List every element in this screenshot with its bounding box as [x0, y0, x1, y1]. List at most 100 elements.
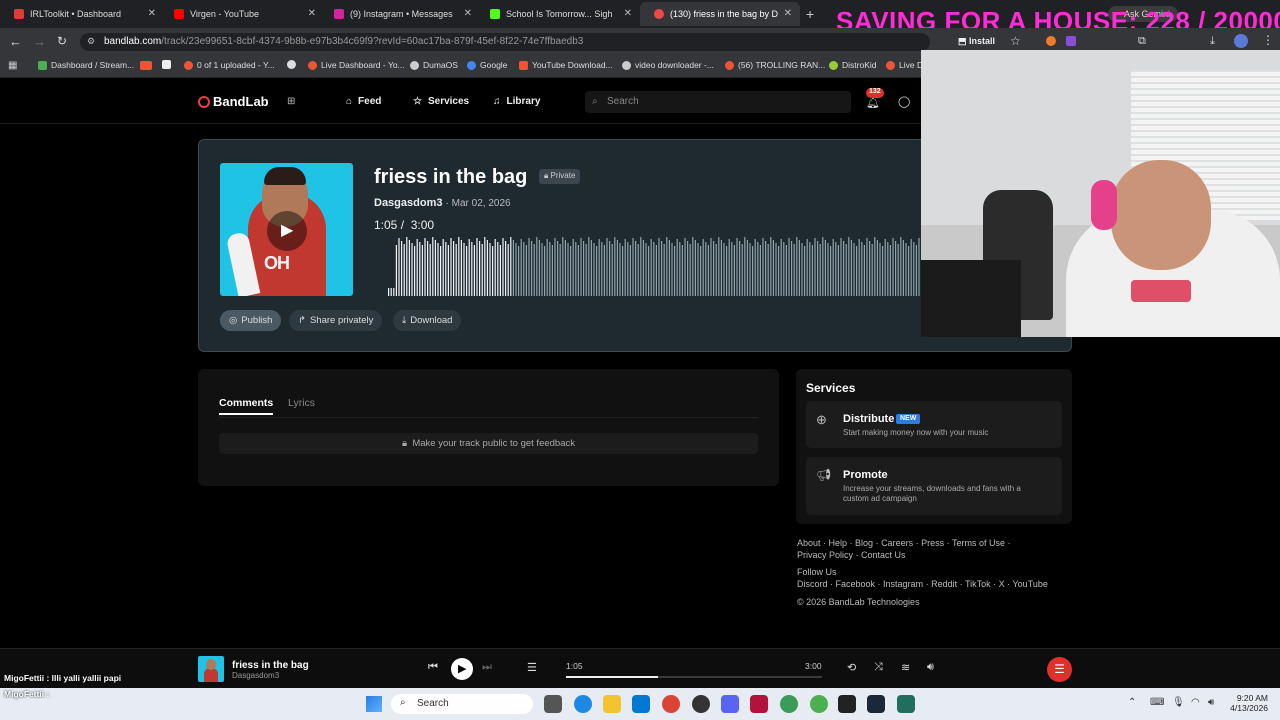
footer-link-contact[interactable]: Contact Us — [861, 550, 906, 560]
bookmark-item[interactable]: Dashboard / Stream... — [38, 60, 134, 70]
next-icon[interactable]: ⏭ — [482, 661, 492, 674]
extension-icon[interactable] — [1046, 36, 1056, 46]
apps-grid-icon[interactable]: ⊞ — [287, 96, 295, 107]
nav-feed[interactable]: ⌂ Feed — [346, 96, 381, 107]
youtube-icon[interactable] — [140, 61, 152, 70]
apps-grid-icon[interactable]: ▦ — [8, 60, 17, 71]
app-icon[interactable] — [692, 695, 710, 713]
publish-button[interactable]: ◎ Publish — [220, 310, 282, 331]
track-cover[interactable]: OH ▶ — [220, 163, 353, 296]
tab-youtube[interactable]: Virgen - YouTube ✕ — [160, 2, 324, 26]
microphone-icon[interactable]: 🎙︎ — [1172, 697, 1185, 708]
close-tab-icon[interactable]: ✕ — [784, 8, 792, 19]
reload-icon[interactable]: ↻ — [57, 34, 67, 48]
previous-icon[interactable]: ⏮ — [428, 661, 438, 674]
bookmark-item[interactable] — [287, 60, 300, 69]
browser-menu-icon[interactable]: ⋮ — [1262, 33, 1274, 47]
extension-icon[interactable] — [1066, 36, 1076, 46]
chrome-icon[interactable] — [662, 695, 680, 713]
close-tab-icon[interactable]: ✕ — [624, 8, 632, 19]
footer-link-about[interactable]: About — [797, 538, 821, 548]
site-info-icon[interactable]: ⚙ — [87, 36, 95, 47]
install-button[interactable]: ⬒ Install — [958, 36, 995, 47]
messages-icon[interactable]: ◯ — [898, 95, 910, 108]
chrome-icon[interactable] — [780, 695, 798, 713]
footer-link-careers[interactable]: Careers — [881, 538, 913, 548]
wifi-icon[interactable]: ◠ — [1191, 697, 1200, 708]
url-bar[interactable]: bandlab.com/track/23e99651-8cbf-4374-9b8… — [80, 33, 930, 51]
search-input[interactable]: Search — [585, 91, 851, 113]
menu-fab-button[interactable]: ☰ — [1047, 657, 1072, 682]
cover-play-button[interactable]: ▶ — [267, 211, 307, 251]
app-icon[interactable] — [838, 695, 856, 713]
social-facebook[interactable]: Facebook — [836, 579, 876, 589]
bookmark-item[interactable]: DumaOS — [410, 60, 458, 70]
bookmark-item[interactable]: 0 of 1 uploaded - Y... — [184, 60, 275, 70]
volume-icon[interactable]: 🔊︎ — [927, 661, 934, 674]
social-reddit[interactable]: Reddit — [931, 579, 957, 589]
profile-avatar[interactable] — [1234, 34, 1248, 48]
footer-link-press[interactable]: Press — [921, 538, 944, 548]
footer-link-privacy[interactable]: Privacy Policy — [797, 550, 853, 560]
app-icon[interactable] — [750, 695, 768, 713]
autoplay-icon[interactable]: ≋ — [901, 661, 910, 674]
footer-link-help[interactable]: Help — [829, 538, 848, 548]
social-instagram[interactable]: Instagram — [883, 579, 923, 589]
track-artist[interactable]: Dasgasdom3 · Mar 02, 2026 — [374, 197, 511, 209]
close-tab-icon[interactable]: ✕ — [464, 8, 472, 19]
chrome-icon[interactable] — [810, 695, 828, 713]
bookmark-item[interactable]: Live Dashboard - Yo... — [308, 60, 405, 70]
file-explorer-icon[interactable] — [603, 695, 621, 713]
discord-icon[interactable] — [721, 695, 739, 713]
tray-chevron-icon[interactable]: ⌃ — [1128, 697, 1136, 708]
bookmark-item[interactable]: YouTube Download... — [519, 60, 613, 70]
bookmark-item[interactable]: (56) TROLLING RAN... — [725, 60, 825, 70]
footer-link-terms[interactable]: Terms of Use — [952, 538, 1005, 548]
nav-library[interactable]: ♫ Library — [493, 96, 540, 107]
social-youtube[interactable]: YouTube — [1012, 579, 1047, 589]
tab-comments[interactable]: Comments — [219, 397, 274, 415]
bookmark-item[interactable]: video downloader -... — [622, 60, 714, 70]
player-progress-track[interactable] — [566, 676, 822, 678]
bookmark-star-icon[interactable]: ☆ — [1010, 34, 1021, 48]
taskbar-clock[interactable]: 9:20 AM 4/13/2026 — [1226, 693, 1268, 713]
social-x[interactable]: X — [999, 579, 1005, 589]
steam-icon[interactable] — [867, 695, 885, 713]
social-discord[interactable]: Discord — [797, 579, 828, 589]
bandlab-logo[interactable]: BandLab — [198, 94, 269, 109]
tab-instagram[interactable]: (9) Instagram • Messages ✕ — [320, 2, 480, 26]
close-tab-icon[interactable]: ✕ — [308, 8, 316, 19]
tab-irltoolkit[interactable]: IRLToolkit • Dashboard ✕ — [0, 2, 164, 26]
bookmark-item[interactable]: Google — [467, 60, 507, 70]
player-thumbnail[interactable] — [198, 656, 224, 682]
tab-bandlab[interactable]: (130) friess in the bag by Da ✕ — [640, 2, 800, 26]
edge-icon[interactable] — [574, 695, 592, 713]
repeat-icon[interactable]: ⟲ — [847, 661, 856, 674]
shuffle-icon[interactable]: ⤨ — [874, 661, 883, 674]
network-icon[interactable]: ⌨ — [1150, 697, 1164, 708]
tab-kick[interactable]: School Is Tomorrow... Sigh ✕ — [476, 2, 640, 26]
tab-lyrics[interactable]: Lyrics — [288, 397, 315, 409]
windows-start-icon[interactable] — [366, 696, 382, 712]
download-icon[interactable]: ⤓ — [1210, 35, 1215, 48]
forward-icon[interactable]: → — [33, 34, 46, 49]
new-tab-icon[interactable]: + — [806, 6, 814, 22]
app-icon[interactable] — [897, 695, 915, 713]
nav-services[interactable]: ☆ Services — [413, 96, 469, 107]
store-icon[interactable] — [632, 695, 650, 713]
bookmark-item[interactable]: Live D — [886, 60, 923, 70]
play-button[interactable]: ▶ — [451, 658, 473, 680]
taskbar-search[interactable]: Search — [391, 694, 533, 714]
waveform[interactable] — [374, 236, 922, 296]
extensions-puzzle-icon[interactable]: ⧉ — [1138, 35, 1146, 48]
volume-icon[interactable]: 🔊︎ — [1208, 697, 1214, 708]
footer-link-blog[interactable]: Blog — [855, 538, 873, 548]
bookmark-item[interactable] — [162, 60, 175, 69]
back-icon[interactable]: ← — [9, 34, 22, 49]
bookmark-item[interactable]: DistroKid — [829, 60, 876, 70]
task-view-icon[interactable] — [544, 695, 562, 713]
queue-icon[interactable]: ☰ — [527, 661, 537, 674]
close-tab-icon[interactable]: ✕ — [148, 8, 156, 19]
social-tiktok[interactable]: TikTok — [965, 579, 991, 589]
share-privately-button[interactable]: ↱ Share privately — [289, 310, 383, 331]
